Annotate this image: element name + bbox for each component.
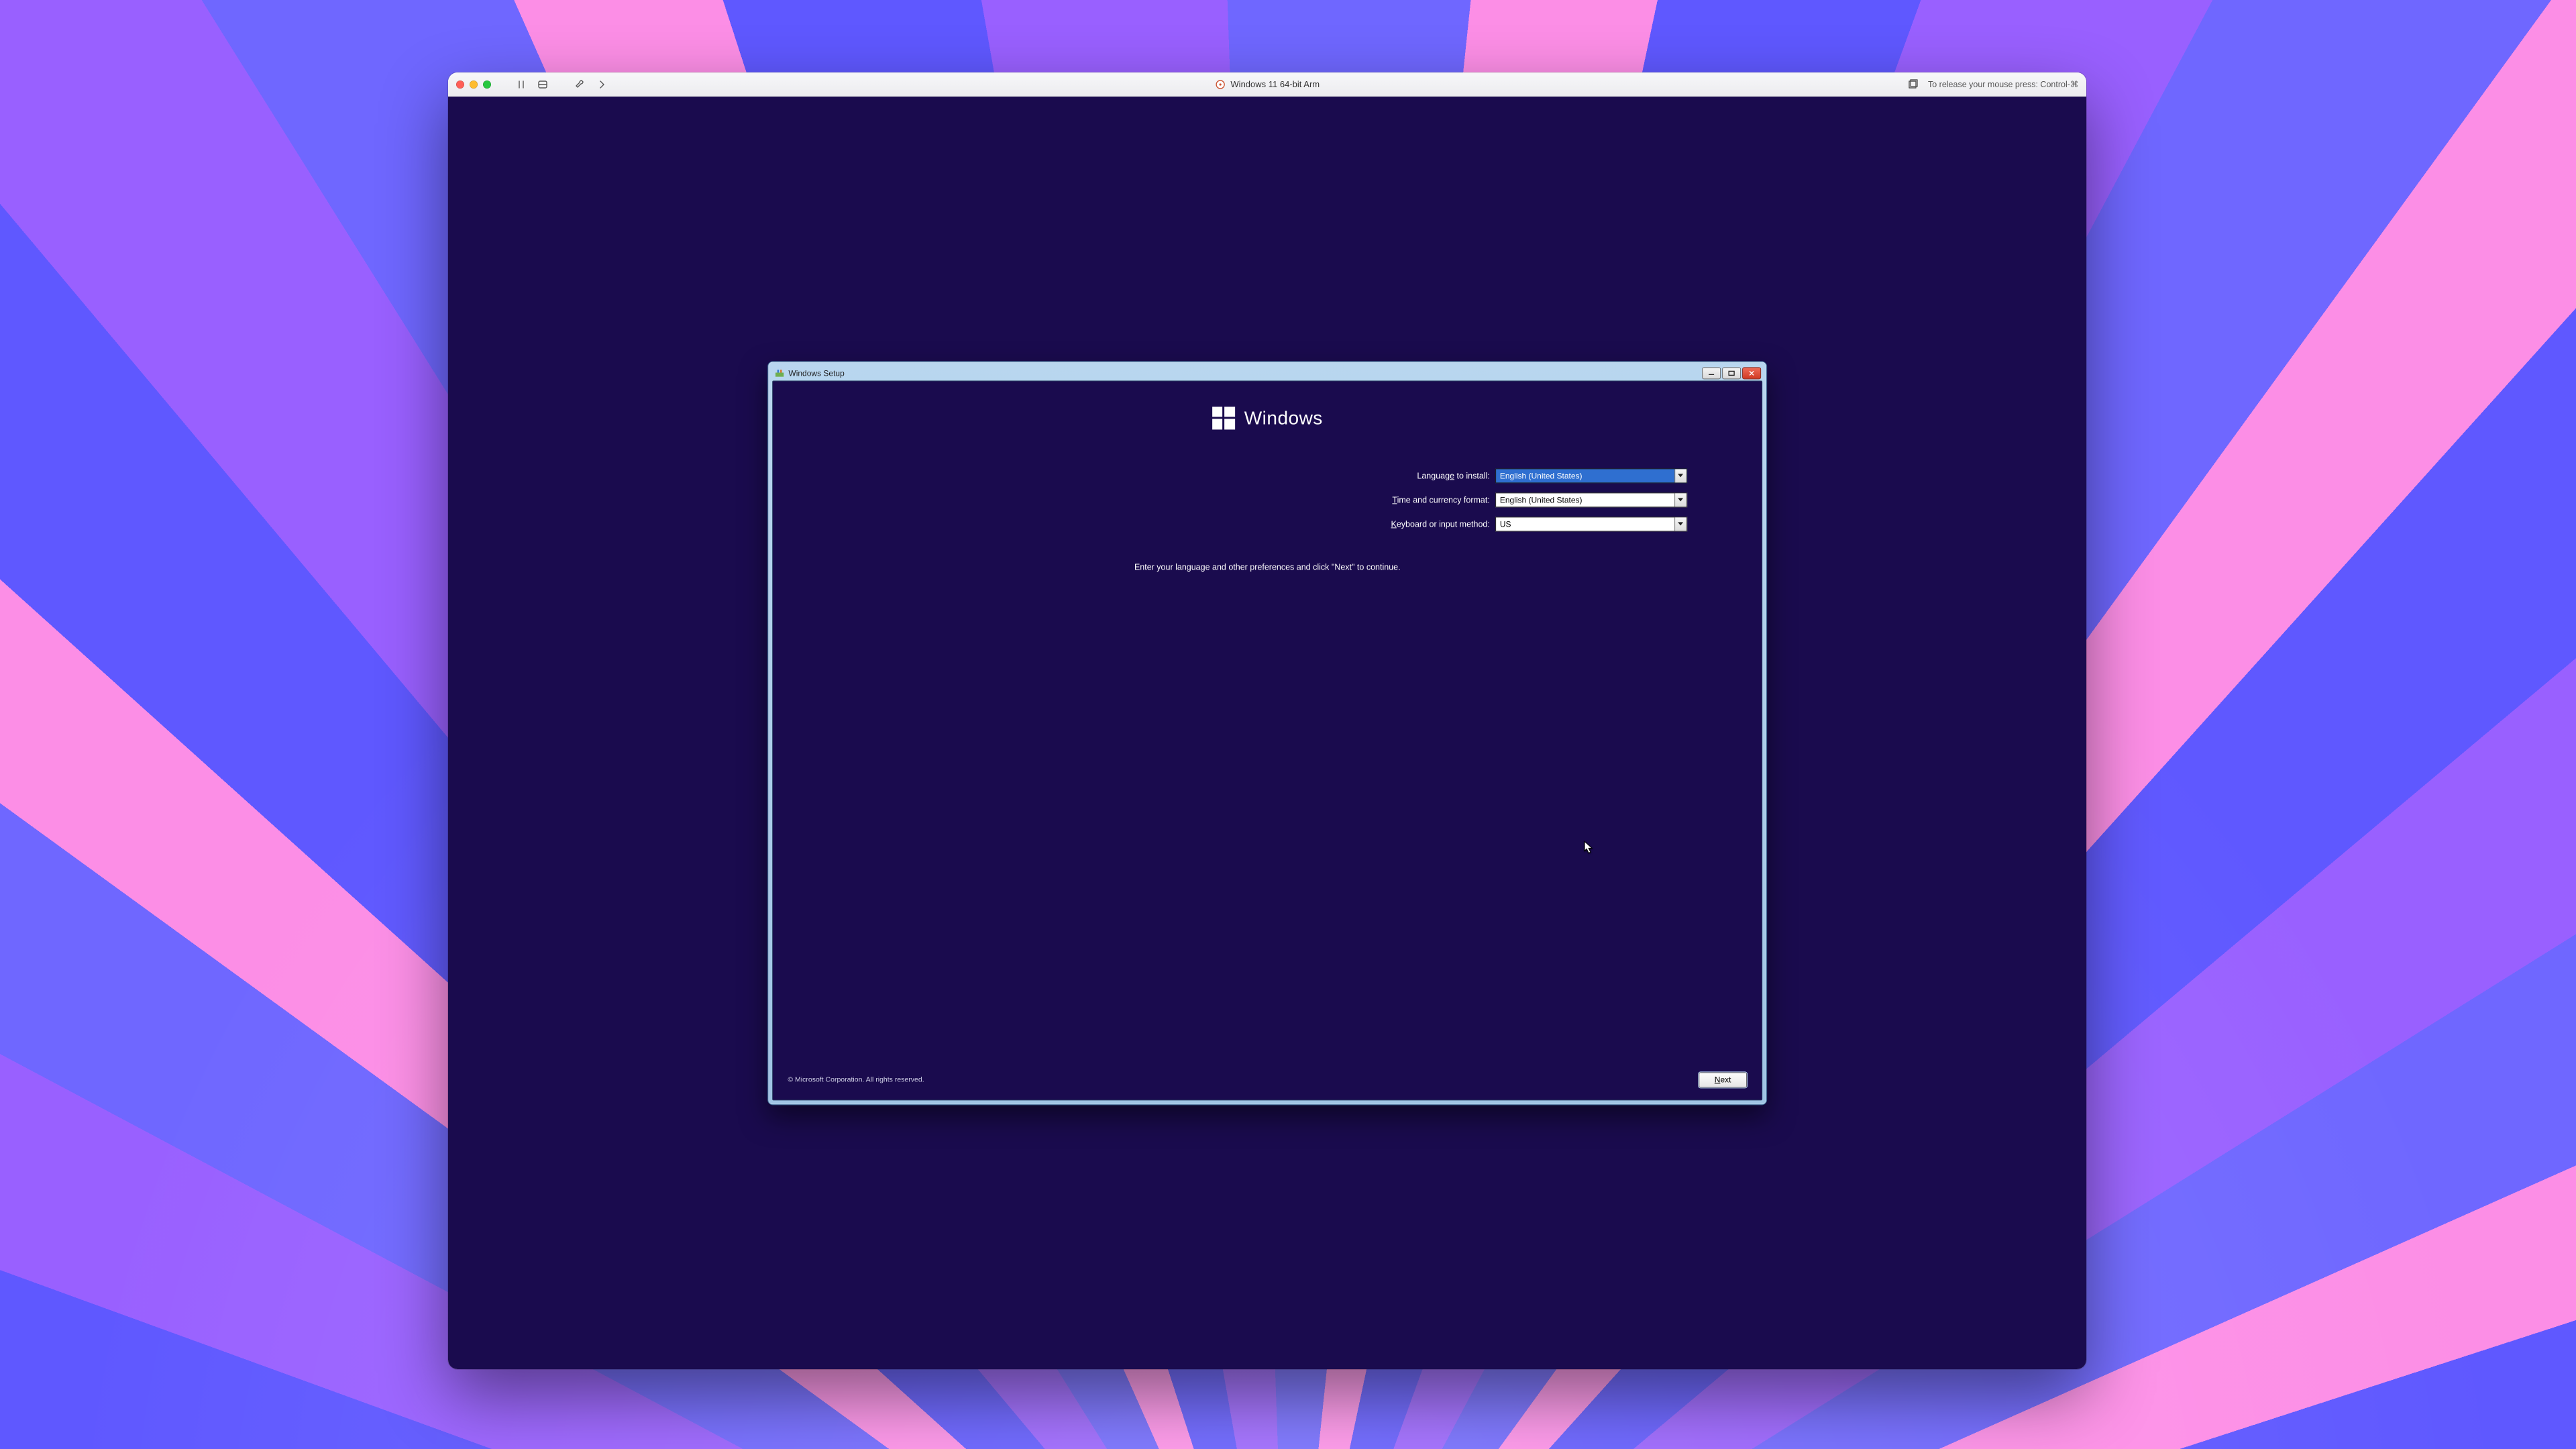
chevron-down-icon [1674,517,1686,531]
windows-wordmark: Windows [1244,407,1323,429]
disc-icon [1215,79,1226,90]
time-format-value: English (United States) [1500,495,1582,504]
windows-brand: Windows [790,407,1744,429]
minimize-dot-icon[interactable] [470,80,478,89]
language-value: English (United States) [1500,471,1582,480]
next-button[interactable]: Next [1699,1072,1747,1087]
pause-button[interactable] [514,77,529,92]
host-titlebar: Windows 11 64-bit Arm To release your mo… [448,72,2086,97]
drives-button[interactable] [535,77,550,92]
setup-app-icon [775,368,784,378]
vm-viewport[interactable]: Windows Setup [448,97,2086,1369]
windows-setup-window: Windows Setup [767,361,1767,1105]
guest-cursor-icon [1584,841,1593,855]
chevron-down-icon [1674,493,1686,506]
setup-titlebar[interactable]: Windows Setup [772,366,1762,380]
keyboard-label: Keyboard or input method: [848,519,1490,529]
host-title: Windows 11 64-bit Arm [1215,79,1320,90]
tools-button[interactable] [573,77,588,92]
language-combobox[interactable]: English (United States) [1495,468,1687,483]
setup-body: Windows Language to install: English (Un… [772,380,1762,1100]
setup-hint: Enter your language and other preference… [790,562,1744,572]
windowed-button[interactable] [1905,77,1920,92]
close-dot-icon[interactable] [456,80,464,89]
keyboard-combobox[interactable]: US [1495,517,1687,531]
time-format-label: Time and currency format: [848,495,1490,504]
windows-logo-icon [1212,407,1235,429]
setup-minimize-button[interactable] [1702,367,1721,379]
vm-host-window: Windows 11 64-bit Arm To release your mo… [448,72,2086,1369]
setup-maximize-button[interactable] [1722,367,1741,379]
zoom-dot-icon[interactable] [483,80,491,89]
traffic-lights [456,80,491,89]
chevron-down-icon [1674,469,1686,482]
setup-title-text: Windows Setup [788,368,844,378]
mouse-release-hint: To release your mouse press: Control-⌘ [1928,79,2078,89]
language-label: Language to install: [848,471,1490,480]
setup-form: Language to install: English (United Sta… [848,468,1687,531]
forward-button[interactable] [594,77,609,92]
setup-close-button[interactable] [1742,367,1761,379]
keyboard-value: US [1500,519,1511,529]
time-format-combobox[interactable]: English (United States) [1495,492,1687,507]
host-title-text: Windows 11 64-bit Arm [1230,79,1320,89]
copyright-text: © Microsoft Corporation. All rights rese… [788,1076,924,1084]
